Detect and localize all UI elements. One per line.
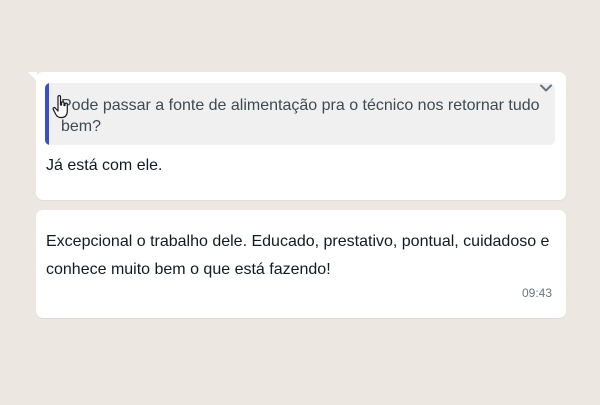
- chevron-down-icon[interactable]: [538, 80, 554, 96]
- message-text: Excepcional o trabalho dele. Educado, pr…: [46, 233, 550, 278]
- quoted-message-text: Pode passar a fonte de alimentação pra o…: [61, 97, 540, 135]
- quote-accent-bar: [45, 83, 49, 145]
- hand-pointer-icon: [52, 95, 68, 119]
- message-text: Já está com ele.: [46, 157, 163, 174]
- message-timestamp: 09:43: [521, 286, 552, 300]
- quoted-message[interactable]: Pode passar a fonte de alimentação pra o…: [45, 83, 555, 145]
- message-bubble-reply[interactable]: Pode passar a fonte de alimentação pra o…: [28, 72, 566, 200]
- message-bubble[interactable]: Excepcional o trabalho dele. Educado, pr…: [36, 210, 566, 318]
- chat-background: [0, 0, 600, 405]
